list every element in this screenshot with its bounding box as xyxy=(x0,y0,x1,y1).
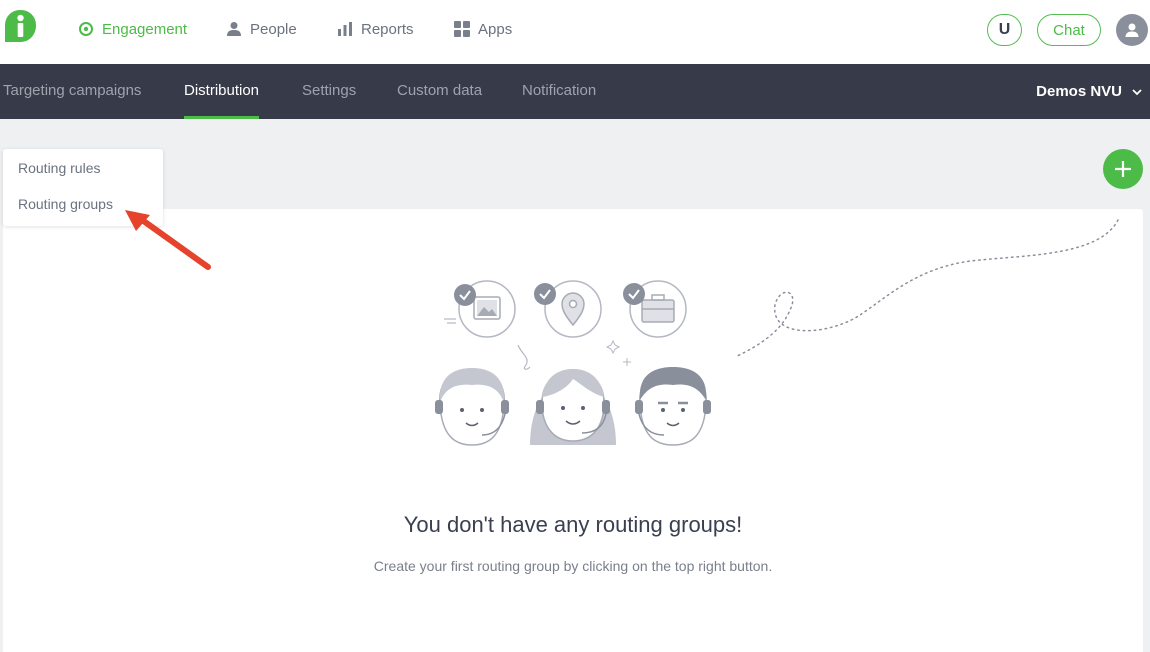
nav-apps-label: Apps xyxy=(478,20,513,38)
nav-people-label: People xyxy=(250,20,297,38)
u-app-label: U xyxy=(998,21,1011,38)
nav-reports[interactable]: Reports xyxy=(337,17,414,41)
annotation-arrow-icon xyxy=(125,210,211,270)
grid-icon xyxy=(454,21,470,37)
briefcase-bubble-icon xyxy=(623,280,687,338)
tab-targeting-campaigns[interactable]: Targeting campaigns xyxy=(3,64,141,119)
person-icon xyxy=(227,22,241,36)
account-selector[interactable]: Demos NVU xyxy=(1036,64,1142,119)
nav-apps[interactable]: Apps xyxy=(454,17,512,41)
user-avatar[interactable] xyxy=(1116,14,1148,46)
chat-button[interactable]: Chat xyxy=(1037,14,1101,46)
dotted-path-decoration xyxy=(734,219,1119,358)
agent-avatar-icon xyxy=(635,367,711,446)
image-bubble-icon xyxy=(444,280,516,338)
agent-avatar-icon xyxy=(435,368,509,446)
logo-icon[interactable] xyxy=(4,9,37,43)
routing-groups-illustration xyxy=(435,280,711,446)
person-icon xyxy=(1125,23,1139,37)
nav-engagement-label: Engagement xyxy=(102,20,188,38)
location-bubble-icon xyxy=(534,280,602,338)
chevron-down-icon xyxy=(1132,88,1142,95)
nav-engagement[interactable]: Engagement xyxy=(78,17,187,41)
bar-chart-icon xyxy=(338,22,352,36)
account-name: Demos NVU xyxy=(1036,83,1122,100)
nav-reports-label: Reports xyxy=(361,20,414,38)
chat-button-label: Chat xyxy=(1053,21,1085,39)
tab-custom-data[interactable]: Custom data xyxy=(397,64,482,119)
plus-icon xyxy=(1115,161,1131,177)
tab-settings[interactable]: Settings xyxy=(302,64,356,119)
sub-navigation-bar: Targeting campaigns Distribution Setting… xyxy=(0,64,1150,119)
u-app-button[interactable]: U xyxy=(987,14,1022,46)
agent-avatar-icon xyxy=(530,369,616,445)
side-item-routing-groups[interactable]: Routing groups xyxy=(18,196,113,212)
tab-notification[interactable]: Notification xyxy=(522,64,596,119)
empty-state-title: You don't have any routing groups! xyxy=(403,512,743,537)
top-navigation-bar: Engagement People Reports Apps U Chat xyxy=(0,0,1150,64)
side-item-routing-rules[interactable]: Routing rules xyxy=(18,160,101,176)
empty-state-subtitle: Create your first routing group by click… xyxy=(373,558,773,574)
nav-people[interactable]: People xyxy=(226,17,297,41)
target-icon xyxy=(79,22,93,36)
tab-distribution[interactable]: Distribution xyxy=(184,64,260,119)
add-routing-group-button[interactable] xyxy=(1103,149,1143,189)
